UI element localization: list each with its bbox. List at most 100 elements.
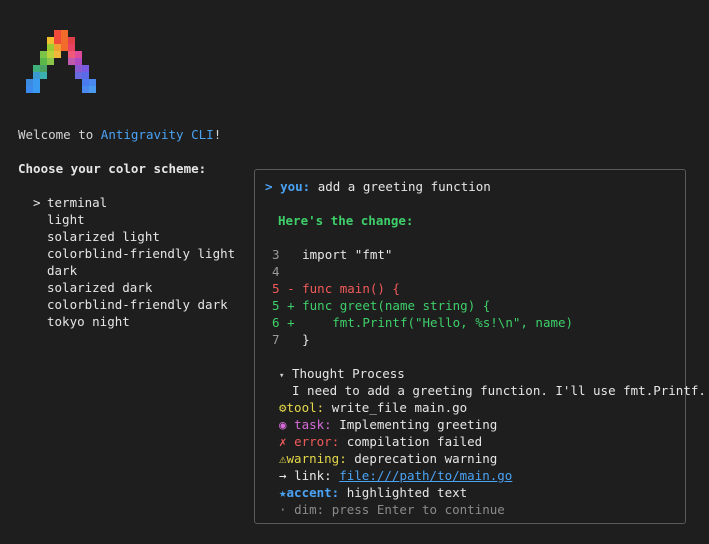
file-link[interactable]: file:///path/to/main.go xyxy=(339,468,512,483)
logo-pixel xyxy=(75,51,82,58)
scheme-option-solarized-light[interactable]: solarized light xyxy=(33,228,235,245)
accent-line: ★accent: highlighted text xyxy=(279,484,467,501)
task-dot-icon: ◉ xyxy=(279,417,287,432)
logo-pixel xyxy=(68,37,75,44)
logo-pixel xyxy=(68,44,75,51)
logo-pixel xyxy=(68,51,75,58)
scheme-option-colorblind-light[interactable]: colorblind-friendly light xyxy=(33,245,235,262)
diff-line-removed: 5 - func main() { xyxy=(272,281,400,296)
error-x-icon: ✗ xyxy=(279,434,287,449)
selection-cursor-icon: > xyxy=(33,195,41,210)
logo-pixel xyxy=(82,65,89,72)
scheme-option-dark[interactable]: dark xyxy=(33,262,235,279)
logo-pixel xyxy=(61,44,68,51)
logo-pixel xyxy=(47,44,54,51)
welcome-suffix: ! xyxy=(213,127,222,142)
diff-line: 4 xyxy=(272,264,280,279)
arrow-right-icon: → xyxy=(279,468,287,483)
dot-icon: · xyxy=(279,502,287,517)
logo-pixel xyxy=(68,58,75,65)
error-text: compilation failed xyxy=(346,434,483,449)
scheme-option-label: solarized dark xyxy=(47,280,153,295)
scheme-option-label: solarized light xyxy=(47,229,160,244)
chevron-down-icon: ▾ xyxy=(279,371,285,381)
scheme-option-solarized-dark[interactable]: solarized dark xyxy=(33,279,235,296)
user-message: add a greeting function xyxy=(317,179,491,194)
gear-icon: ⚙ xyxy=(279,400,287,415)
user-message-line: > you: add a greeting function xyxy=(265,178,491,195)
color-scheme-list: > terminal light solarized light colorbli… xyxy=(33,194,235,330)
diff-line: 7 } xyxy=(272,332,310,347)
diff-line-added: 5 + func greet(name string) { xyxy=(272,298,491,313)
theme-preview-panel: > you: add a greeting function Here's th… xyxy=(254,169,706,524)
scheme-option-label: light xyxy=(47,212,85,227)
logo-pixel xyxy=(26,79,33,86)
scheme-option-label: terminal xyxy=(47,195,108,210)
diff-line: 3 import "fmt" xyxy=(272,247,393,262)
logo-pixel xyxy=(82,79,89,86)
logo-pixel xyxy=(61,30,68,37)
thought-process-text: I need to add a greeting function. I'll … xyxy=(292,383,706,398)
scheme-option-label: colorblind-friendly light xyxy=(47,246,236,261)
task-line: ◉ task: Implementing greeting xyxy=(279,416,497,433)
welcome-prefix: Welcome to xyxy=(18,127,101,142)
logo-pixel xyxy=(54,51,61,58)
logo-pixel xyxy=(26,86,33,93)
logo-pixel xyxy=(75,72,82,79)
dim-label: dim: xyxy=(294,502,325,517)
logo-pixel xyxy=(33,72,40,79)
logo-pixel xyxy=(33,79,40,86)
logo-pixel xyxy=(54,30,61,37)
dim-line: · dim: press Enter to continue xyxy=(279,501,505,518)
scheme-option-terminal[interactable]: > terminal xyxy=(33,194,235,211)
logo-pixel xyxy=(54,44,61,51)
logo-pixel xyxy=(33,65,40,72)
logo-pixel xyxy=(47,58,54,65)
antigravity-logo-icon xyxy=(26,30,96,93)
logo-pixel xyxy=(54,37,61,44)
tool-text: write_file main.go xyxy=(331,400,468,415)
logo-pixel xyxy=(75,58,82,65)
logo-pixel xyxy=(82,86,89,93)
logo-pixel xyxy=(47,37,54,44)
thought-process-title: Thought Process xyxy=(291,366,405,381)
scheme-option-label: dark xyxy=(47,263,78,278)
logo-pixel xyxy=(89,79,96,86)
warning-label: warning: xyxy=(286,451,347,466)
logo-pixel xyxy=(61,37,68,44)
logo-pixel xyxy=(40,58,47,65)
dim-text: press Enter to continue xyxy=(331,502,505,517)
tool-line: ⚙tool: write_file main.go xyxy=(279,399,467,416)
warning-line: ⚠warning: deprecation warning xyxy=(279,450,497,467)
scheme-option-tokyo-night[interactable]: tokyo night xyxy=(33,313,235,330)
user-label: you: xyxy=(280,179,311,194)
welcome-line: Welcome to Antigravity CLI! xyxy=(18,126,221,143)
tool-label: tool: xyxy=(286,400,325,415)
logo-pixel xyxy=(40,72,47,79)
task-text: Implementing greeting xyxy=(339,417,498,432)
accent-text: highlighted text xyxy=(346,485,468,500)
logo-pixel xyxy=(82,72,89,79)
logo-pixel xyxy=(47,51,54,58)
logo-pixel xyxy=(33,86,40,93)
scheme-option-colorblind-dark[interactable]: colorblind-friendly dark xyxy=(33,296,235,313)
prompt-arrow-icon: > xyxy=(265,179,273,194)
task-label: task: xyxy=(294,417,332,432)
diff-line-added: 6 + fmt.Printf("Hello, %s!\n", name) xyxy=(272,315,574,330)
logo-pixel xyxy=(40,51,47,58)
scheme-option-label: colorblind-friendly dark xyxy=(47,297,228,312)
link-line: → link: file:///path/to/main.go xyxy=(279,467,512,484)
color-scheme-prompt: Choose your color scheme: xyxy=(18,161,207,176)
logo-pixel xyxy=(40,65,47,72)
logo-pixel xyxy=(75,65,82,72)
accent-label: accent: xyxy=(286,485,340,500)
app-name: Antigravity CLI xyxy=(100,127,214,142)
error-label: error: xyxy=(294,434,340,449)
scheme-option-label: tokyo night xyxy=(47,314,130,329)
warning-text: deprecation warning xyxy=(354,451,498,466)
warning-icon: ⚠ xyxy=(279,451,287,466)
scheme-option-light[interactable]: light xyxy=(33,211,235,228)
error-line: ✗ error: compilation failed xyxy=(279,433,482,450)
star-icon: ★ xyxy=(279,485,287,500)
assistant-header: Here's the change: xyxy=(278,213,414,228)
